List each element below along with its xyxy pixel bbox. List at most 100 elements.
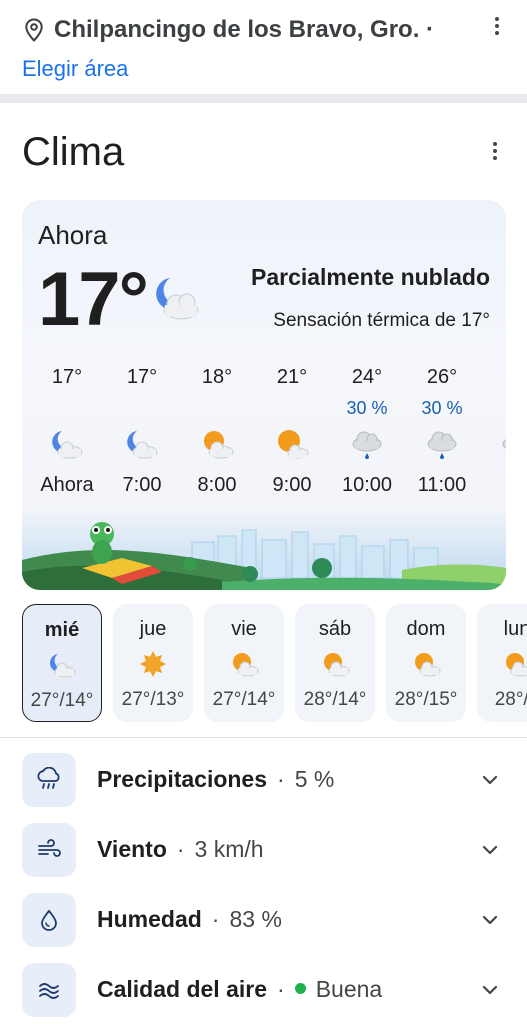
more-vert-icon [493,142,497,146]
list-divider [0,737,527,738]
hour-time: 11:00 [417,474,467,496]
hour-precip: 30 % [346,398,388,418]
rain-cloud-icon [502,439,506,449]
day-label: dom [406,618,446,640]
day-range: 28°/15° [394,689,458,710]
metric-value: 3 km/h [194,836,264,862]
location-title[interactable]: Chilpancingo de los Bravo, Gro. · [54,16,434,44]
hour-temp: 2 [480,366,506,390]
humidity-row[interactable]: Humedad · 83 % [22,893,512,947]
hourly-item[interactable]: 17° 7:00 [105,366,179,497]
day-range: 28°/1 [494,689,527,710]
rain-cloud-icon [352,431,382,459]
location-pin-icon [25,18,43,42]
condition-text: Parcialmente nublado [250,264,490,290]
location-menu-button[interactable] [485,14,509,38]
location-header: Chilpancingo de los Bravo, Gro. · Elegir… [0,0,527,94]
hour-time: 1: [480,474,506,497]
current-weather-card[interactable]: Ahora 17° Parcialmente nublado Sensación… [22,200,506,590]
hour-temp: 17° [51,366,83,388]
separator: · [277,976,285,1002]
partly-cloudy-night-icon [127,431,158,459]
day-label: mié [44,619,80,641]
metric-value: Buena [315,976,383,1002]
separator: · [176,836,185,862]
status-indicator [294,983,306,995]
metric-value: 83 % [229,906,282,932]
rain-icon [22,753,76,807]
hourly-item[interactable]: 2 3 1: [480,366,506,497]
day-card[interactable]: jue 27°/13° [113,604,193,722]
hour-time: 9:00 [272,474,312,496]
metric-label: Calidad del aire [97,976,268,1002]
partly-cloudy-day-icon [324,653,350,677]
metric-value: 5 % [294,766,335,792]
hour-time: 8:00 [197,474,237,496]
droplet-icon [22,893,76,947]
sun-icon [140,651,166,677]
feels-like-text: Sensación térmica de 17° [273,310,490,331]
hour-precip [105,398,179,422]
chevron-down-icon[interactable] [480,980,500,1000]
partly-cloudy-day-icon [233,653,259,677]
day-label: sáb [318,618,352,640]
day-range: 27°/13° [121,689,185,710]
hour-time: 10:00 [341,474,393,496]
daily-forecast[interactable]: mié 27°/14° jue 27°/13° vie 27°/14° sáb [22,604,527,724]
wind-icon [22,823,76,877]
day-range: 28°/14° [303,689,367,710]
day-range: 27°/14° [212,689,276,710]
chevron-down-icon[interactable] [480,770,500,790]
hour-precip [180,398,254,422]
chevron-down-icon[interactable] [480,910,500,930]
partly-cloudy-day-icon [278,430,309,459]
partly-cloudy-day-icon [415,653,441,677]
hour-time: 7:00 [122,474,162,496]
hour-precip [30,398,104,422]
metric-label: Humedad [97,906,202,932]
day-range: 27°/14° [30,690,94,711]
hour-precip: 3 [480,398,506,422]
partly-cloudy-night-icon [49,654,76,678]
day-card-selected[interactable]: mié 27°/14° [22,604,102,722]
hourly-item[interactable]: 24° 30 % 10:00 [330,366,404,497]
partly-cloudy-night-icon [52,431,83,459]
hourly-item[interactable]: 26° 30 % 11:00 [405,366,479,497]
day-label: vie [231,618,257,640]
day-card[interactable]: sáb 28°/14° [295,604,375,722]
rain-cloud-icon [427,431,457,459]
hourly-item[interactable]: 21° 9:00 [255,366,329,497]
day-card[interactable]: lun 28°/1 [477,604,527,722]
hourly-forecast[interactable]: 17° Ahora 17° 7:00 18° 8:00 21° 9:00 24°… [22,366,506,506]
weather-illustration [22,510,506,590]
hour-temp: 17° [126,366,158,388]
hourly-item[interactable]: 18° 8:00 [180,366,254,497]
chevron-down-icon[interactable] [480,840,500,860]
precipitation-row[interactable]: Precipitaciones · 5 % [22,753,512,807]
air-quality-row[interactable]: Calidad del aire · Buena [22,963,512,1017]
section-divider [0,94,527,103]
day-label: jue [139,618,167,640]
hour-temp: 21° [276,366,308,388]
partly-cloudy-day-icon [506,653,527,677]
wind-row[interactable]: Viento · 3 km/h [22,823,512,877]
hour-temp: 24° [351,366,383,388]
day-label: lun [503,618,527,640]
day-card[interactable]: dom 28°/15° [386,604,466,722]
weather-menu-button[interactable] [483,139,507,163]
hour-time: Ahora [40,474,94,496]
metric-label: Precipitaciones [97,766,268,792]
partly-cloudy-day-icon [204,431,234,459]
hour-temp: 18° [201,366,233,388]
partly-cloudy-night-icon [156,278,199,320]
day-card[interactable]: vie 27°/14° [204,604,284,722]
now-label: Ahora [38,220,108,250]
current-temperature: 17° [38,257,149,342]
change-area-link[interactable]: Elegir área [22,56,128,82]
more-vert-icon [495,17,499,21]
separator: · [211,906,220,932]
hour-temp: 26° [426,366,458,388]
hourly-item[interactable]: 17° Ahora [30,366,104,497]
section-title: Clima [22,130,125,174]
hour-precip [255,398,329,422]
